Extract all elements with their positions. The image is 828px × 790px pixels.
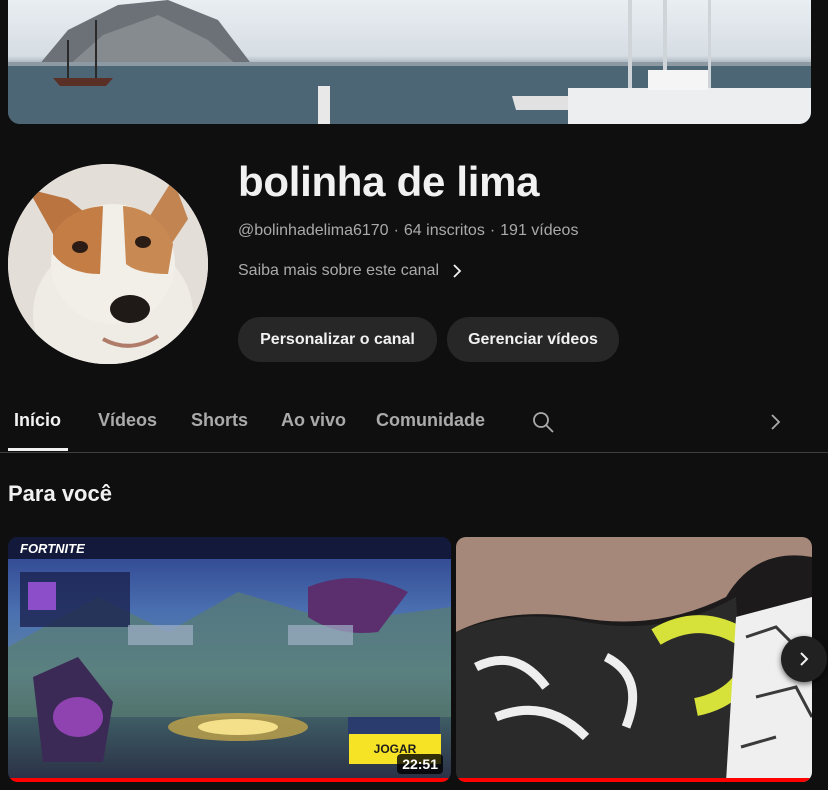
chevron-right-icon bbox=[800, 652, 809, 666]
meta-separator: · bbox=[489, 222, 496, 239]
about-channel-link[interactable]: Saiba mais sobre este canal bbox=[238, 262, 463, 280]
channel-name: bolinha de lima bbox=[238, 158, 540, 205]
tab-ao-vivo[interactable]: Ao vivo bbox=[281, 410, 346, 431]
video-duration: 22:51 bbox=[397, 754, 443, 774]
section-title: Para você bbox=[8, 481, 112, 506]
search-icon[interactable] bbox=[531, 410, 555, 434]
dog-photo bbox=[8, 164, 208, 364]
video-thumbnail[interactable]: FORTNITE JOGAR 22:51 bbox=[8, 537, 451, 782]
channel-meta: @bolinhadelima6170 · 64 inscritos · 191 víde… bbox=[238, 222, 578, 240]
tab-inicio[interactable]: Início bbox=[14, 410, 61, 431]
manage-videos-button[interactable]: Gerenciar vídeos bbox=[447, 317, 619, 362]
meta-separator: · bbox=[393, 222, 399, 239]
channel-tabs: Início Vídeos Shorts Ao vivo Comunidade bbox=[0, 398, 828, 453]
chevron-right-icon bbox=[453, 264, 462, 278]
video-frame bbox=[456, 537, 812, 782]
channel-avatar[interactable] bbox=[8, 164, 208, 364]
video-count: 191 vídeos bbox=[500, 222, 579, 239]
tab-shorts[interactable]: Shorts bbox=[191, 410, 248, 431]
chevron-right-icon[interactable] bbox=[766, 411, 786, 433]
customize-channel-button[interactable]: Personalizar o canal bbox=[238, 317, 437, 362]
channel-handle: @bolinhadelima6170 bbox=[238, 222, 389, 239]
about-channel-label: Saiba mais sobre este canal bbox=[238, 262, 439, 279]
banner-image bbox=[8, 0, 811, 124]
video-thumbnail[interactable] bbox=[456, 537, 812, 782]
channel-banner bbox=[8, 0, 811, 124]
active-tab-indicator bbox=[8, 448, 68, 451]
watch-progress-bar bbox=[456, 778, 812, 782]
watch-progress-bar bbox=[8, 778, 451, 782]
subscriber-count: 64 inscritos bbox=[403, 222, 485, 239]
tab-videos[interactable]: Vídeos bbox=[98, 410, 157, 431]
carousel-next-button[interactable] bbox=[781, 636, 827, 682]
tab-comunidade[interactable]: Comunidade bbox=[376, 410, 485, 431]
